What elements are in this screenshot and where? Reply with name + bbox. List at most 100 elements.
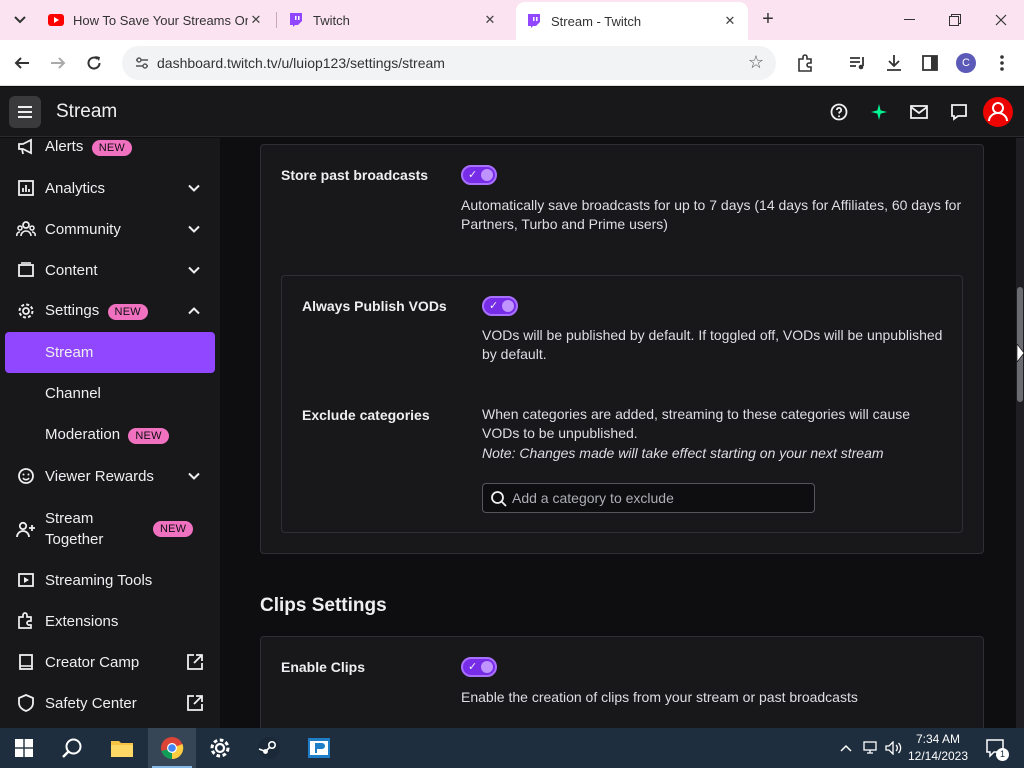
network-icon[interactable] bbox=[860, 728, 882, 768]
sidebar-item-analytics[interactable]: Analytics bbox=[0, 168, 220, 208]
page-title: Stream bbox=[56, 101, 118, 122]
forward-button[interactable] bbox=[46, 51, 70, 75]
smile-icon bbox=[16, 466, 36, 486]
download-icon[interactable] bbox=[882, 51, 906, 75]
sidebar-item-label: Channel bbox=[45, 384, 101, 402]
close-tab-icon[interactable]: ✕ bbox=[722, 13, 738, 29]
sidebar-item-moderation[interactable]: Moderation NEW bbox=[0, 415, 220, 455]
tab-separator bbox=[276, 12, 277, 28]
taskbar-search-button[interactable] bbox=[48, 728, 96, 768]
clips-settings-card: Enable Clips ✓ Enable the creation of cl… bbox=[260, 636, 984, 728]
taskbar-app[interactable] bbox=[295, 728, 343, 768]
new-badge: NEW bbox=[91, 140, 132, 156]
sidebar-item-safety-center[interactable]: Safety Center bbox=[0, 683, 220, 723]
windows-start-button[interactable] bbox=[0, 728, 48, 768]
side-panel-icon[interactable] bbox=[918, 51, 942, 75]
chevron-down-icon bbox=[188, 225, 200, 233]
bookmark-star-icon[interactable]: ☆ bbox=[748, 52, 764, 73]
toggle-knob bbox=[502, 300, 514, 312]
hamburger-menu-button[interactable] bbox=[9, 96, 41, 128]
chart-icon bbox=[16, 178, 36, 198]
mouse-cursor-icon bbox=[1017, 344, 1024, 362]
sidebar-item-settings[interactable]: Settings NEW bbox=[0, 291, 220, 331]
toggle-knob bbox=[481, 169, 493, 181]
clips-settings-heading: Clips Settings bbox=[260, 595, 387, 616]
taskbar-file-explorer[interactable] bbox=[98, 728, 146, 768]
always-publish-vods-label: Always Publish VODs bbox=[302, 298, 447, 314]
store-past-broadcasts-toggle[interactable]: ✓ bbox=[461, 165, 497, 185]
sidebar-item-label: Safety Center bbox=[45, 694, 137, 712]
taskbar-clock[interactable]: 7:34 AM 12/14/2023 bbox=[903, 731, 973, 765]
sidebar-item-creator-camp[interactable]: Creator Camp bbox=[0, 642, 220, 682]
publish-vods-card: Always Publish VODs ✓ VODs will be publi… bbox=[281, 275, 963, 533]
tab-title: Stream - Twitch bbox=[551, 13, 642, 29]
sidebar-item-label: Analytics bbox=[45, 179, 106, 197]
exclude-categories-label: Exclude categories bbox=[302, 407, 430, 423]
tab-search-chevron-icon[interactable] bbox=[8, 8, 32, 32]
chrome-icon bbox=[161, 737, 184, 760]
help-icon[interactable] bbox=[828, 101, 850, 123]
sidebar-item-label: Moderation bbox=[45, 426, 121, 443]
sidebar-item-content[interactable]: Content bbox=[0, 250, 220, 290]
reload-button[interactable] bbox=[82, 51, 106, 75]
vod-settings-card: Store past broadcasts ✓ Automatically sa… bbox=[260, 144, 984, 554]
sidebar-item-community[interactable]: Community bbox=[0, 209, 220, 249]
new-tab-button[interactable]: + bbox=[758, 9, 778, 30]
extensions-icon[interactable] bbox=[793, 51, 817, 75]
sidebar-item-label: Extensions bbox=[45, 612, 119, 630]
toggle-knob bbox=[481, 661, 493, 673]
browser-tab-stream-twitch[interactable]: Stream - Twitch ✕ bbox=[516, 2, 748, 40]
site-info-icon[interactable] bbox=[134, 55, 150, 71]
close-window-button[interactable] bbox=[978, 0, 1024, 40]
checkmark-icon: ✓ bbox=[489, 300, 499, 312]
sidebar-item-stream-together[interactable]: Stream Together NEW bbox=[0, 508, 220, 550]
always-publish-vods-toggle[interactable]: ✓ bbox=[482, 296, 518, 316]
sparkle-icon[interactable] bbox=[868, 101, 890, 123]
minimize-button[interactable] bbox=[886, 0, 932, 40]
sidebar-item-label: Streaming Tools bbox=[45, 571, 153, 589]
sidebar-item-label: Stream Together bbox=[45, 510, 104, 548]
sidebar-item-channel[interactable]: Channel bbox=[0, 373, 220, 413]
restore-button[interactable] bbox=[932, 0, 978, 40]
clock-date: 12/14/2023 bbox=[907, 749, 969, 763]
close-tab-icon[interactable]: ✕ bbox=[482, 12, 498, 28]
sidebar-item-label: Viewer Rewards bbox=[45, 467, 154, 485]
store-past-broadcasts-description: Automatically save broadcasts for up to … bbox=[461, 197, 962, 232]
exclude-categories-note: Note: Changes made will take effect star… bbox=[482, 445, 884, 461]
chrome-menu-icon[interactable] bbox=[990, 51, 1014, 75]
sidebar-item-alerts[interactable]: Alerts NEW bbox=[0, 138, 220, 167]
sidebar-item-extensions[interactable]: Extensions bbox=[0, 601, 220, 641]
taskbar-steam[interactable] bbox=[245, 728, 293, 768]
profile-avatar[interactable]: C bbox=[956, 53, 976, 73]
browser-tab-youtube[interactable]: How To Save Your Streams On ✕ bbox=[38, 0, 274, 40]
back-button[interactable] bbox=[10, 51, 34, 75]
checkmark-icon: ✓ bbox=[468, 169, 478, 181]
windows-taskbar: 7:34 AM 12/14/2023 1 bbox=[0, 728, 1024, 768]
new-badge: NEW bbox=[128, 428, 169, 444]
notification-center-button[interactable]: 1 bbox=[980, 728, 1010, 768]
search-icon bbox=[62, 738, 82, 758]
sidebar-item-stream[interactable]: Stream bbox=[0, 332, 220, 372]
page-scrollbar[interactable] bbox=[1016, 138, 1024, 728]
show-hidden-icons-chevron[interactable] bbox=[836, 728, 856, 768]
whispers-icon[interactable] bbox=[948, 101, 970, 123]
sidebar-item-label: Settings bbox=[45, 302, 100, 319]
sidebar-item-streaming-tools[interactable]: Streaming Tools bbox=[0, 560, 220, 600]
enable-clips-toggle[interactable]: ✓ bbox=[461, 657, 497, 677]
taskbar-chrome[interactable] bbox=[148, 728, 196, 768]
new-badge: NEW bbox=[153, 521, 194, 537]
exclude-category-input[interactable] bbox=[512, 488, 802, 508]
taskbar-settings[interactable] bbox=[196, 728, 244, 768]
gear-icon bbox=[210, 738, 230, 758]
address-bar[interactable]: dashboard.twitch.tv/u/luiop123/settings/… bbox=[122, 46, 776, 80]
shield-icon bbox=[16, 693, 36, 713]
volume-icon[interactable] bbox=[883, 728, 905, 768]
media-controls-icon[interactable] bbox=[846, 51, 870, 75]
close-tab-icon[interactable]: ✕ bbox=[248, 12, 264, 28]
exclude-category-search[interactable] bbox=[482, 483, 815, 513]
user-avatar[interactable] bbox=[983, 97, 1013, 127]
sidebar-item-label: Stream bbox=[45, 343, 94, 361]
browser-tab-twitch[interactable]: Twitch ✕ bbox=[278, 0, 508, 40]
sidebar-item-viewer-rewards[interactable]: Viewer Rewards bbox=[0, 456, 220, 496]
inbox-icon[interactable] bbox=[908, 101, 930, 123]
